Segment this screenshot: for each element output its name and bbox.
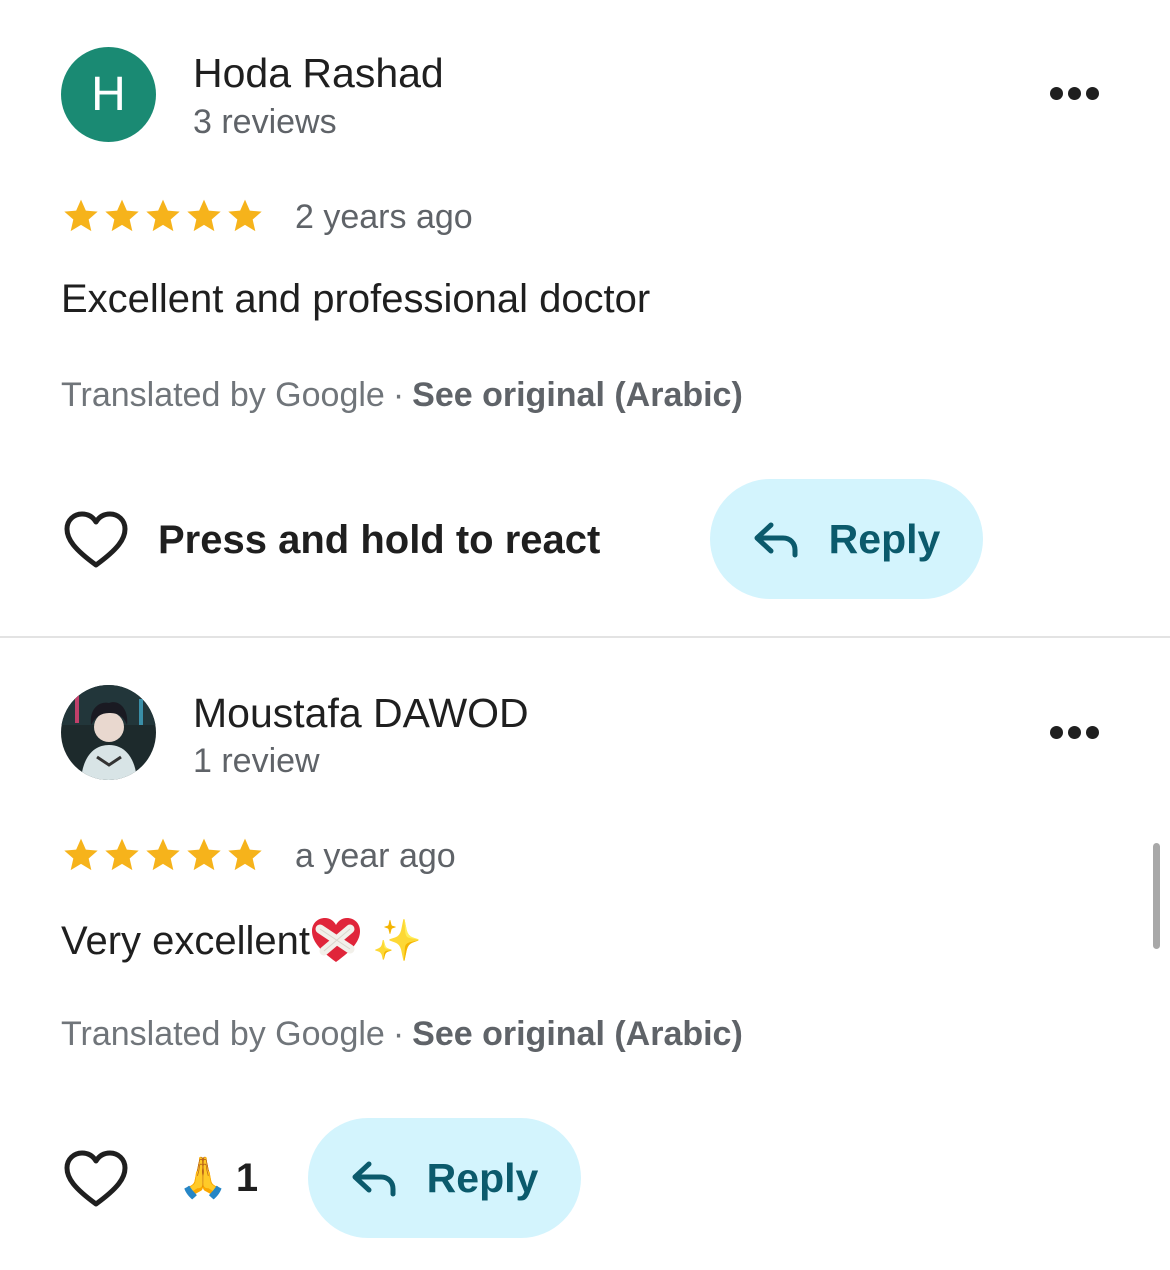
reply-arrow-icon bbox=[754, 522, 798, 558]
review-count: 1 review bbox=[193, 742, 320, 780]
star-icon bbox=[187, 199, 221, 232]
star-icon bbox=[146, 199, 180, 232]
reply-label: Reply bbox=[828, 516, 941, 562]
review-card: Moustafa DAWOD 1 review a year ago Very … bbox=[0, 638, 1170, 1270]
star-rating bbox=[61, 196, 265, 238]
review-text-content: Very excellent bbox=[61, 919, 311, 963]
review-date: a year ago bbox=[295, 837, 456, 875]
avatar[interactable]: H bbox=[61, 47, 156, 142]
more-options-dot bbox=[1086, 726, 1099, 739]
star-icon bbox=[228, 199, 262, 232]
separator-dot: · bbox=[392, 376, 405, 414]
mending-heart-emoji bbox=[312, 918, 361, 962]
review-text-content: Excellent and professional doctor bbox=[61, 277, 651, 321]
author-name[interactable]: Moustafa DAWOD bbox=[193, 690, 529, 736]
star-icon bbox=[105, 199, 139, 232]
heart-outline-icon[interactable] bbox=[64, 511, 128, 571]
see-original-link[interactable]: See original (Arabic) bbox=[412, 376, 743, 414]
sparkles-emoji: ✨ bbox=[372, 919, 422, 963]
review-text: Excellent and professional doctor bbox=[61, 276, 650, 322]
star-rating bbox=[61, 835, 265, 877]
react-hint: Press and hold to react bbox=[158, 518, 601, 562]
more-options-dot bbox=[1068, 726, 1081, 739]
more-options-button[interactable] bbox=[1040, 719, 1106, 749]
star-icon bbox=[187, 838, 221, 871]
reaction-count: 1 bbox=[235, 1155, 259, 1200]
reply-arrow-icon bbox=[352, 1161, 396, 1197]
reply-button[interactable]: Reply bbox=[308, 1118, 581, 1238]
translated-by-label: Translated by Google bbox=[61, 1015, 385, 1053]
translation-note: Translated by Google · See original (Arabi… bbox=[61, 375, 743, 415]
star-icon bbox=[105, 838, 139, 871]
avatar[interactable] bbox=[61, 685, 156, 780]
reply-label: Reply bbox=[426, 1155, 539, 1201]
review-card: H Hoda Rashad 3 reviews 2 years ago Exce… bbox=[0, 0, 1170, 637]
reaction-chip[interactable]: 🙏 1 bbox=[178, 1153, 258, 1203]
author-name[interactable]: Hoda Rashad bbox=[193, 50, 444, 96]
star-icon bbox=[64, 199, 98, 232]
heart-outline-icon[interactable] bbox=[64, 1150, 128, 1210]
more-options-icon bbox=[1050, 87, 1063, 100]
translated-by-label: Translated by Google bbox=[61, 376, 385, 414]
review-date: 2 years ago bbox=[295, 198, 473, 236]
star-icon bbox=[146, 838, 180, 871]
review-count: 3 reviews bbox=[193, 103, 337, 141]
more-options-dot bbox=[1086, 87, 1099, 100]
star-icon bbox=[64, 838, 98, 871]
star-icon bbox=[228, 838, 262, 871]
separator-dot: · bbox=[392, 1015, 405, 1053]
more-options-dot bbox=[1068, 87, 1081, 100]
review-text: Very excellent ✨ bbox=[61, 915, 422, 967]
more-options-button[interactable] bbox=[1040, 80, 1106, 110]
scrollbar[interactable] bbox=[1153, 843, 1160, 949]
avatar-photo bbox=[61, 685, 156, 780]
more-options-icon bbox=[1050, 726, 1063, 739]
translation-note: Translated by Google · See original (Arabi… bbox=[61, 1014, 743, 1054]
folded-hands-emoji: 🙏 bbox=[178, 1156, 228, 1200]
see-original-link[interactable]: See original (Arabic) bbox=[412, 1015, 743, 1053]
reply-button[interactable]: Reply bbox=[710, 479, 983, 599]
